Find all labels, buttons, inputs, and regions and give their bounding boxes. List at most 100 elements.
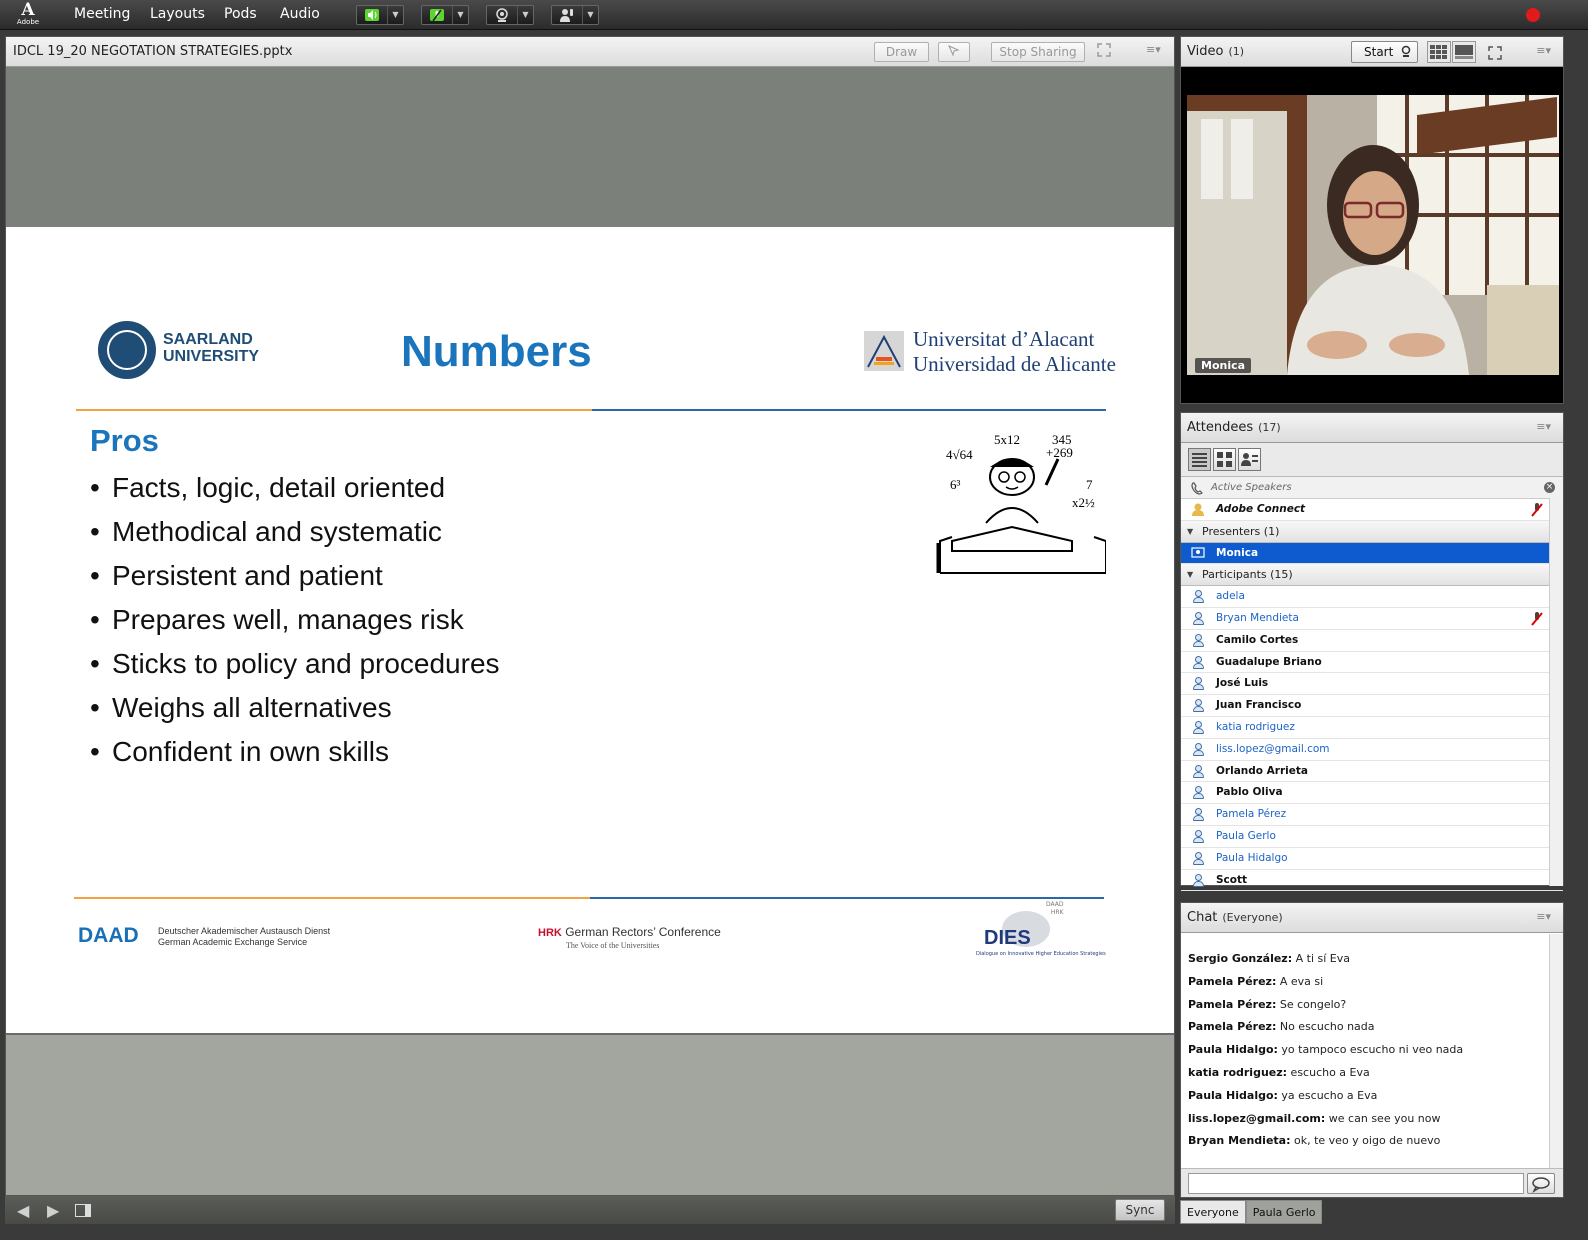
- participant-icon: [1192, 808, 1205, 822]
- webcam-speaker-label: Monica: [1195, 358, 1252, 373]
- attendees-pod-title: Attendees (17): [1187, 420, 1281, 435]
- breakout-view-button[interactable]: [1213, 448, 1236, 471]
- chat-scrollbar[interactable]: [1549, 934, 1563, 1168]
- chat-input[interactable]: [1188, 1173, 1524, 1194]
- menu-pods[interactable]: Pods: [224, 0, 257, 30]
- chat-message: Bryan Mendieta: ok, te veo y oigo de nue…: [1188, 1130, 1543, 1153]
- start-webcam-button[interactable]: Start: [1351, 41, 1418, 63]
- bullet-text: Confident in own skills: [112, 736, 390, 767]
- bullet-text: Sticks to policy and procedures: [112, 648, 500, 679]
- hrk-logo: HRK German Rectors’ Conference: [538, 925, 721, 939]
- participant-row[interactable]: katia rodriguez: [1181, 717, 1563, 739]
- video-fullscreen-icon[interactable]: [1487, 45, 1503, 64]
- chat-message: Paula Hidalgo: ya escucho a Eva: [1188, 1085, 1543, 1108]
- collapse-triangle-icon[interactable]: ▼: [1187, 564, 1193, 585]
- microphone-toggle[interactable]: ▼: [421, 5, 469, 25]
- chat-text: Se congelo?: [1279, 997, 1347, 1011]
- webcam-menu-chevron-icon[interactable]: ▼: [517, 6, 533, 24]
- chat-text: yo tampoco escucho ni veo nada: [1281, 1043, 1464, 1057]
- participant-row[interactable]: Camilo Cortes: [1181, 630, 1563, 652]
- fullscreen-button[interactable]: [1094, 42, 1114, 62]
- recording-indicator-icon[interactable]: [1526, 8, 1540, 22]
- microphone-menu-chevron-icon[interactable]: ▼: [452, 6, 468, 24]
- saarland-logo-line-1: SAARLAND: [163, 331, 253, 348]
- stop-sharing-button[interactable]: Stop Sharing: [991, 42, 1085, 62]
- presenters-section[interactable]: ▼ Presenters (1): [1181, 520, 1563, 543]
- participant-row[interactable]: Juan Francisco: [1181, 695, 1563, 717]
- status-view-button[interactable]: [1238, 448, 1261, 471]
- participant-row[interactable]: José Luis: [1181, 673, 1563, 696]
- presenter-row-monica[interactable]: Monica: [1181, 542, 1563, 565]
- alicante-logo-line-1: Universitat d’Alacant: [913, 327, 1095, 351]
- pointer-icon: [948, 45, 960, 57]
- tab-everyone[interactable]: Everyone: [1180, 1200, 1246, 1224]
- slide-controls: ◀ ▶ Sync: [5, 1196, 1175, 1224]
- daad-subtitle-line-1: Deutscher Akademischer Austausch Dienst: [158, 926, 331, 936]
- grid-layout-button[interactable]: [1427, 41, 1451, 63]
- bullet-text: Facts, logic, detail oriented: [112, 472, 446, 503]
- menu-layouts[interactable]: Layouts: [150, 0, 205, 30]
- attendees-title-text: Attendees: [1187, 420, 1254, 435]
- participant-name: adela: [1216, 590, 1245, 603]
- participant-name: Pamela Pérez: [1216, 808, 1287, 821]
- participant-row[interactable]: Scott: [1181, 870, 1563, 892]
- video-pod-options-icon[interactable]: ≡▾: [1536, 44, 1551, 57]
- share-pod-options-icon[interactable]: ≡▾: [1146, 43, 1161, 56]
- status-menu-chevron-icon[interactable]: ▼: [582, 6, 598, 24]
- chat-sender: Bryan Mendieta:: [1188, 1134, 1291, 1148]
- chat-pod: Chat (Everyone) ≡▾ Sergio González: A ti …: [1180, 902, 1564, 1198]
- speaker-toggle[interactable]: ▼: [356, 5, 404, 25]
- participant-icon: [1192, 699, 1205, 713]
- participant-row[interactable]: liss.lopez@gmail.com: [1181, 739, 1563, 761]
- list-item: • Confident in own skills: [90, 736, 390, 767]
- host-row[interactable]: Adobe Connect: [1181, 499, 1563, 521]
- participant-row[interactable]: Orlando Arrieta: [1181, 761, 1563, 783]
- list-view-button[interactable]: [1188, 448, 1211, 471]
- tab-paula-gerlo[interactable]: Paula Gerlo: [1245, 1200, 1323, 1224]
- menu-audio[interactable]: Audio: [280, 0, 320, 30]
- previous-slide-icon[interactable]: ◀: [17, 1201, 29, 1220]
- chat-text: No escucho nada: [1279, 1020, 1375, 1034]
- sidebar-toggle-icon[interactable]: [75, 1202, 91, 1221]
- chat-pod-options-icon[interactable]: ≡▾: [1536, 910, 1551, 923]
- participant-row[interactable]: Pablo Oliva: [1181, 782, 1563, 805]
- cartoon-number: x2½: [1072, 495, 1095, 510]
- webcam-toggle[interactable]: ▼: [486, 5, 534, 25]
- draw-button[interactable]: Draw: [874, 42, 929, 62]
- alicante-logo-text: Universitat d’Alacant Universidad de Ali…: [913, 327, 1116, 377]
- participants-label: Participants (15): [1202, 568, 1293, 582]
- send-message-button[interactable]: [1527, 1173, 1555, 1194]
- pros-heading: Pros: [90, 423, 159, 458]
- participant-row[interactable]: Pamela Pérez: [1181, 804, 1563, 826]
- video-count: (1): [1228, 45, 1245, 58]
- menu-meeting[interactable]: Meeting: [74, 0, 130, 30]
- participant-icon: [1192, 590, 1205, 604]
- participants-section[interactable]: ▼ Participants (15): [1181, 564, 1563, 587]
- filmstrip-layout-button[interactable]: [1452, 41, 1476, 63]
- collapse-triangle-icon[interactable]: ▼: [1187, 521, 1193, 542]
- hrk-subtitle: The Voice of the Universities: [566, 941, 660, 950]
- next-slide-icon[interactable]: ▶: [47, 1201, 59, 1220]
- attendees-view-toolbar: [1181, 443, 1563, 477]
- pointer-button[interactable]: [938, 42, 970, 62]
- participant-row[interactable]: Paula Hidalgo: [1181, 848, 1563, 870]
- chat-message: Paula Hidalgo: yo tampoco escucho ni veo…: [1188, 1039, 1543, 1062]
- participant-icon: [1192, 655, 1205, 669]
- attendees-scrollbar[interactable]: [1549, 498, 1563, 886]
- close-active-speakers-icon[interactable]: ×: [1544, 482, 1555, 493]
- participant-row[interactable]: Bryan Mendieta: [1181, 608, 1563, 630]
- participant-row[interactable]: adela: [1181, 586, 1563, 608]
- sync-button[interactable]: Sync: [1115, 1199, 1165, 1221]
- status-toggle[interactable]: ▼: [551, 5, 599, 25]
- attendees-pod-options-icon[interactable]: ≡▾: [1536, 420, 1551, 433]
- participant-row[interactable]: Guadalupe Briano: [1181, 652, 1563, 674]
- participant-row[interactable]: Paula Gerlo: [1181, 826, 1563, 848]
- bullet-text: Methodical and systematic: [112, 516, 442, 547]
- dies-partner-hrk: HRK: [1050, 909, 1064, 916]
- microphone-muted-icon: [1531, 611, 1543, 626]
- speaker-menu-chevron-icon[interactable]: ▼: [387, 6, 403, 24]
- cartoon-number: 6³: [950, 477, 961, 492]
- speaker-icon: [357, 6, 387, 24]
- dies-partners: DAAD HRK: [1046, 901, 1064, 917]
- chat-sender: Pamela Pérez:: [1188, 1020, 1277, 1034]
